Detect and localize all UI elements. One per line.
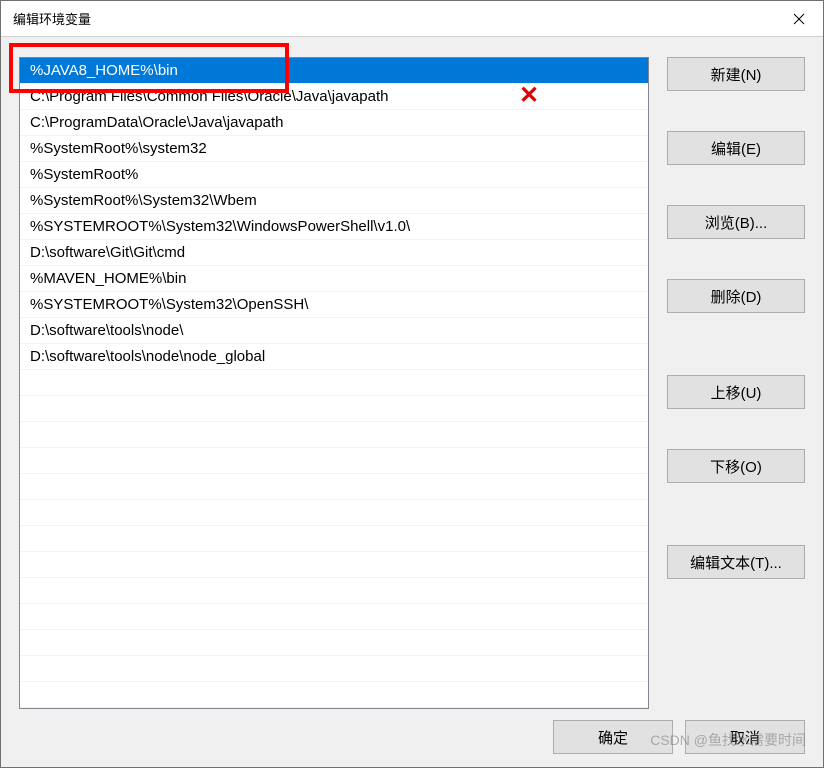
list-item[interactable]: D:\software\tools\node\node_global — [20, 344, 648, 370]
list-item-empty[interactable] — [20, 630, 648, 656]
spacer — [667, 177, 805, 193]
list-item-empty[interactable] — [20, 552, 648, 578]
list-item[interactable]: %SYSTEMROOT%\System32\OpenSSH\ — [20, 292, 648, 318]
list-item-empty[interactable] — [20, 474, 648, 500]
spacer — [667, 495, 805, 533]
list-item-empty[interactable] — [20, 578, 648, 604]
window-title: 编辑环境变量 — [13, 9, 775, 28]
move-up-button[interactable]: 上移(U) — [667, 375, 805, 409]
spacer — [667, 325, 805, 363]
list-item[interactable]: %SYSTEMROOT%\System32\WindowsPowerShell\… — [20, 214, 648, 240]
list-item-empty[interactable] — [20, 656, 648, 682]
browse-button[interactable]: 浏览(B)... — [667, 205, 805, 239]
spacer — [667, 421, 805, 437]
close-button[interactable] — [775, 1, 823, 37]
move-down-button[interactable]: 下移(O) — [667, 449, 805, 483]
list-item[interactable]: %MAVEN_HOME%\bin — [20, 266, 648, 292]
spacer — [667, 103, 805, 119]
list-item[interactable]: %SystemRoot%\system32 — [20, 136, 648, 162]
list-item[interactable]: D:\software\Git\Git\cmd — [20, 240, 648, 266]
list-item-empty[interactable] — [20, 370, 648, 396]
new-button[interactable]: 新建(N) — [667, 57, 805, 91]
listbox-container: ✕ %JAVA8_HOME%\binC:\Program Files\Commo… — [19, 57, 649, 709]
dialog-body: ✕ %JAVA8_HOME%\binC:\Program Files\Commo… — [1, 37, 823, 719]
list-item-empty[interactable] — [20, 422, 648, 448]
list-item[interactable]: C:\Program Files\Common Files\Oracle\Jav… — [20, 84, 648, 110]
dialog-footer: 确定 取消 — [1, 719, 823, 767]
spacer — [667, 251, 805, 267]
path-listbox[interactable]: %JAVA8_HOME%\binC:\Program Files\Common … — [19, 57, 649, 709]
delete-button[interactable]: 删除(D) — [667, 279, 805, 313]
list-item-empty[interactable] — [20, 396, 648, 422]
list-item[interactable]: C:\ProgramData\Oracle\Java\javapath — [20, 110, 648, 136]
edit-text-button[interactable]: 编辑文本(T)... — [667, 545, 805, 579]
list-item-empty[interactable] — [20, 448, 648, 474]
list-item-empty[interactable] — [20, 526, 648, 552]
edit-button[interactable]: 编辑(E) — [667, 131, 805, 165]
close-icon — [793, 13, 805, 25]
list-item-empty[interactable] — [20, 500, 648, 526]
list-item[interactable]: D:\software\tools\node\ — [20, 318, 648, 344]
list-item-empty[interactable] — [20, 682, 648, 708]
list-item[interactable]: %JAVA8_HOME%\bin — [20, 58, 648, 84]
titlebar: 编辑环境变量 — [1, 1, 823, 37]
button-column: 新建(N) 编辑(E) 浏览(B)... 删除(D) 上移(U) 下移(O) 编… — [667, 57, 805, 709]
list-item-empty[interactable] — [20, 604, 648, 630]
dialog-window: 编辑环境变量 ✕ %JAVA8_HOME%\binC:\Program File… — [0, 0, 824, 768]
cancel-button[interactable]: 取消 — [685, 720, 805, 754]
list-item[interactable]: %SystemRoot%\System32\Wbem — [20, 188, 648, 214]
list-item[interactable]: %SystemRoot% — [20, 162, 648, 188]
ok-button[interactable]: 确定 — [553, 720, 673, 754]
